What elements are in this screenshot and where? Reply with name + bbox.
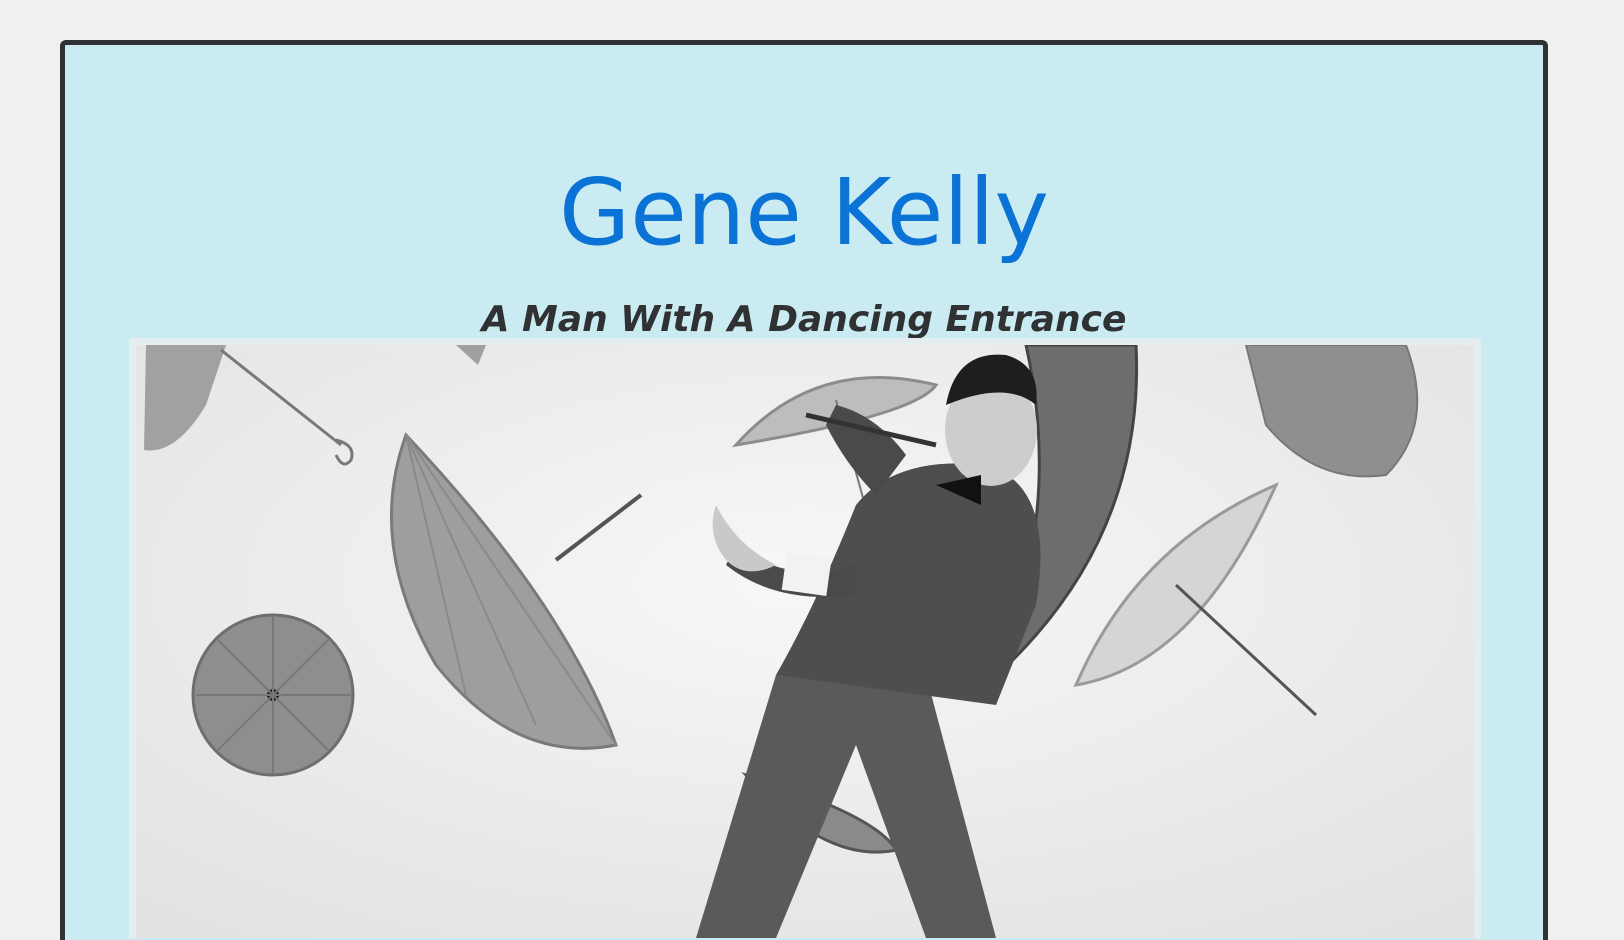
page-title: Gene Kelly	[559, 159, 1049, 266]
gene-kelly-photo	[136, 345, 1474, 938]
umbrella-round	[191, 613, 355, 777]
photo-frame	[129, 338, 1481, 938]
